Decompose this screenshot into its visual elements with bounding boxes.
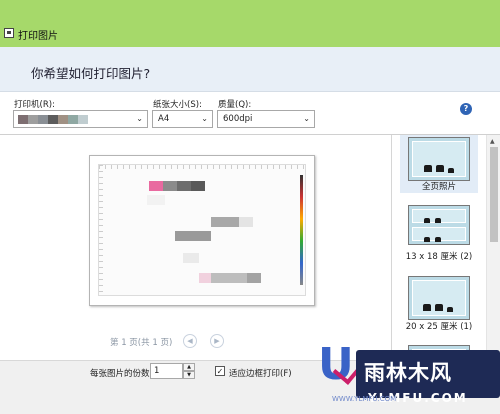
- paper-size-value: A4: [158, 114, 170, 124]
- preview-block: [247, 273, 261, 283]
- quality-select[interactable]: 600dpi ⌄: [217, 110, 315, 128]
- layout-thumbnail-20x25[interactable]: [408, 276, 470, 320]
- figure-icon: [435, 218, 441, 223]
- preview-block: [147, 195, 165, 205]
- printer-label: 打印机(R):: [14, 100, 55, 110]
- preview-block: [183, 253, 199, 263]
- dialog-question: 你希望如何打印图片?: [31, 66, 151, 81]
- preview-block: [177, 181, 191, 191]
- fit-frame-checkbox[interactable]: ✓: [215, 366, 225, 376]
- title-bar: 打印图片: [0, 0, 500, 47]
- chevron-down-icon: ⌄: [303, 114, 310, 123]
- figure-icon: [435, 237, 441, 242]
- layout-list[interactable]: 全页照片 13 x 18 厘米 (2) 20 x 25 厘米 (1): [392, 135, 486, 360]
- color-palette: [300, 175, 303, 285]
- dialog-header: 你希望如何打印图片?: [0, 47, 500, 92]
- preview-block: [175, 231, 211, 241]
- layout-label: 20 x 25 厘米 (1): [405, 322, 473, 332]
- redacted-swatch: [18, 115, 28, 124]
- paper-size-label: 纸张大小(S):: [153, 100, 202, 110]
- figure-icon: [435, 304, 443, 311]
- preview-block: [191, 181, 205, 191]
- fit-frame-label: 适应边框打印(F): [229, 369, 292, 379]
- quality-value: 600dpi: [223, 114, 253, 124]
- figure-icon: [424, 218, 430, 223]
- figure-icon: [448, 168, 454, 173]
- increment-icon[interactable]: ▲: [183, 363, 195, 371]
- preview-block: [211, 217, 239, 227]
- figure-icon: [423, 304, 431, 311]
- figure-icon: [436, 165, 444, 172]
- help-icon[interactable]: ?: [460, 103, 472, 115]
- next-page-button[interactable]: ▶: [210, 334, 224, 348]
- redacted-swatch: [48, 115, 58, 124]
- layout-thumbnail-13x18[interactable]: [408, 205, 470, 245]
- watermark-small-url: WWW.YLMFU.COM: [332, 395, 397, 403]
- previous-page-button[interactable]: ◀: [183, 334, 197, 348]
- print-preview: [89, 155, 315, 306]
- watermark-brand: 雨林木风: [364, 361, 452, 385]
- chevron-down-icon: ⌄: [201, 114, 208, 123]
- page-indicator: 第 1 页(共 1 页): [110, 338, 173, 348]
- figure-icon: [447, 307, 453, 312]
- layout-label: 13 x 18 厘米 (2): [405, 252, 473, 262]
- scrollbar-thumb[interactable]: [490, 147, 498, 242]
- paper-size-select[interactable]: A4 ⌄: [152, 110, 213, 128]
- redacted-swatch: [78, 115, 88, 124]
- chevron-down-icon: ⌄: [136, 114, 143, 123]
- preview-block: [211, 273, 247, 283]
- decrement-icon[interactable]: ▼: [183, 371, 195, 379]
- preview-block: [239, 217, 253, 227]
- preview-block: [163, 181, 177, 191]
- layout-label: 全页照片: [421, 182, 456, 192]
- scroll-up-icon[interactable]: ▲: [490, 138, 495, 145]
- figure-icon: [424, 165, 432, 172]
- copies-input[interactable]: 1: [150, 363, 183, 379]
- printer-select[interactable]: ⌄: [13, 110, 148, 128]
- preview-block: [149, 181, 163, 191]
- redacted-swatch: [28, 115, 38, 124]
- redacted-swatch: [58, 115, 68, 124]
- layout-thumbnail-full-page[interactable]: [408, 137, 470, 181]
- redacted-swatch: [38, 115, 48, 124]
- window-title: 打印图片: [18, 31, 58, 42]
- layout-scrollbar[interactable]: ▲: [486, 135, 500, 360]
- printer-icon: [4, 28, 14, 38]
- quality-label: 质量(Q):: [218, 100, 252, 110]
- ruler-top: [99, 165, 305, 169]
- preview-image: [98, 164, 306, 296]
- ruler-left: [99, 165, 103, 295]
- printer-name-redacted: [18, 115, 88, 125]
- redacted-swatch: [68, 115, 78, 124]
- figure-icon: [424, 237, 430, 242]
